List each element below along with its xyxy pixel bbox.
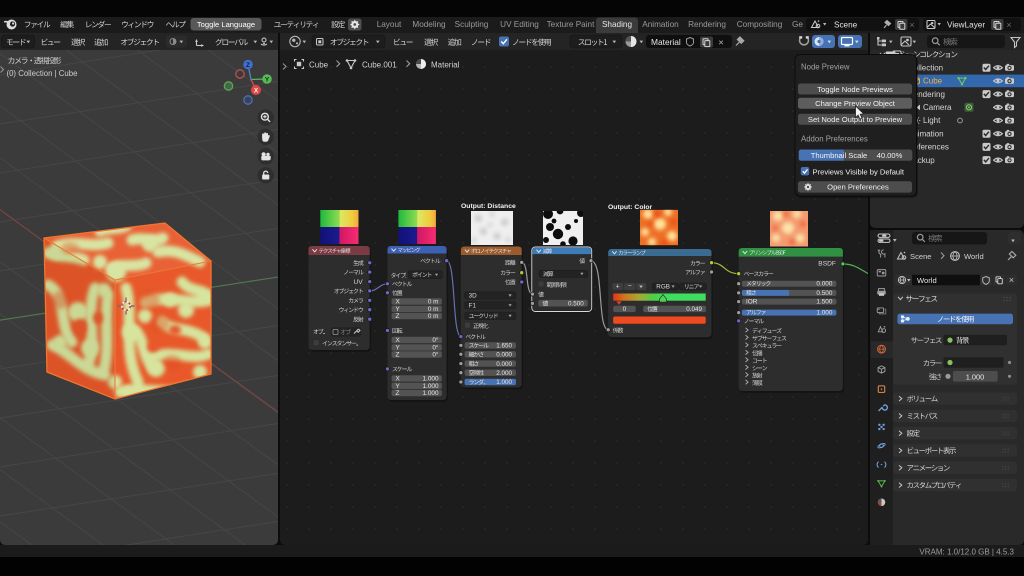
svg-text:IOR: IOR	[746, 299, 758, 306]
svg-text:Z: Z	[246, 62, 250, 69]
svg-text:1.000: 1.000	[423, 375, 439, 382]
svg-text:VRAM: 1.0/12.0 GB | 4.5.3: VRAM: 1.0/12.0 GB | 4.5.3	[919, 547, 1014, 556]
svg-text:Material: Material	[651, 37, 681, 47]
svg-text:0 m: 0 m	[428, 299, 439, 306]
svg-text:Layout: Layout	[377, 20, 402, 29]
svg-text:×: ×	[1009, 275, 1014, 285]
svg-text:Compositing: Compositing	[737, 20, 783, 29]
svg-text:0.000: 0.000	[496, 361, 512, 368]
svg-text:Animation: Animation	[642, 20, 679, 29]
svg-text:1.000: 1.000	[496, 379, 512, 386]
svg-text:Toggle Language: Toggle Language	[197, 20, 255, 29]
svg-text:Toggle Node Previews: Toggle Node Previews	[817, 85, 893, 94]
svg-text:1.500: 1.500	[816, 299, 832, 306]
svg-text:1.000: 1.000	[423, 390, 439, 397]
svg-text:X: X	[396, 375, 401, 382]
svg-text:Rendering: Rendering	[688, 20, 726, 29]
svg-text:×: ×	[718, 38, 724, 49]
svg-text:0 m: 0 m	[428, 313, 439, 320]
svg-text:Ge: Ge	[792, 20, 803, 29]
svg-text:Output: Color: Output: Color	[608, 204, 653, 211]
svg-text:Y: Y	[396, 383, 401, 390]
svg-text:40.00%: 40.00%	[877, 151, 903, 160]
svg-text:−: −	[628, 283, 632, 290]
svg-text:Modeling: Modeling	[412, 20, 446, 29]
svg-text:Addon Preferences: Addon Preferences	[801, 135, 868, 144]
svg-text:World: World	[964, 252, 984, 261]
svg-text:ViewLayer: ViewLayer	[947, 20, 985, 29]
svg-text:0: 0	[623, 306, 627, 313]
svg-text:Sculpting: Sculpting	[455, 20, 489, 29]
svg-text:×: ×	[1006, 20, 1011, 30]
svg-text:Light: Light	[923, 116, 941, 125]
svg-text:Cube: Cube	[923, 77, 943, 86]
svg-text:Camera: Camera	[923, 103, 952, 112]
svg-text:1.000: 1.000	[816, 310, 832, 317]
svg-text:Material: Material	[431, 61, 460, 70]
svg-text:X: X	[396, 299, 401, 306]
svg-text:0°: 0°	[432, 343, 439, 351]
svg-text:Thumbnail Scale: Thumbnail Scale	[811, 151, 868, 160]
svg-text:Scene: Scene	[834, 20, 858, 29]
svg-text:×: ×	[909, 20, 914, 30]
svg-text:0 m: 0 m	[428, 306, 439, 313]
svg-text:+: +	[616, 284, 620, 291]
svg-text:0.000: 0.000	[816, 281, 832, 288]
svg-text:Open Preferences: Open Preferences	[827, 183, 889, 192]
svg-text:2.000: 2.000	[496, 370, 512, 377]
svg-text:0.000: 0.000	[496, 352, 512, 359]
svg-text:3D: 3D	[469, 293, 478, 300]
svg-text:X: X	[396, 337, 401, 344]
svg-text:1.000: 1.000	[966, 372, 985, 381]
svg-text:Z: Z	[396, 352, 400, 359]
svg-text:Z: Z	[396, 390, 400, 397]
svg-text:Cube.001: Cube.001	[362, 61, 397, 70]
svg-text:Y: Y	[396, 344, 401, 351]
svg-text:Y: Y	[396, 306, 401, 313]
svg-text:0°: 0°	[432, 336, 439, 344]
svg-text:(0) Collection | Cube: (0) Collection | Cube	[7, 69, 78, 78]
svg-text:Cube: Cube	[309, 61, 329, 70]
svg-text:1.000: 1.000	[423, 383, 439, 390]
svg-text:1.650: 1.650	[496, 343, 512, 350]
svg-text:Y: Y	[265, 77, 270, 84]
svg-text:0.500: 0.500	[568, 300, 584, 307]
svg-text:0°: 0°	[432, 351, 439, 359]
svg-text:Shading: Shading	[602, 20, 632, 29]
svg-text:UV: UV	[354, 279, 364, 286]
svg-text:Z: Z	[396, 313, 400, 320]
svg-text:Texture Paint: Texture Paint	[547, 20, 596, 29]
svg-text:Scene: Scene	[910, 252, 932, 261]
svg-text:F1: F1	[469, 302, 477, 309]
svg-text:World: World	[917, 276, 937, 285]
svg-text:Previews Visible by Default: Previews Visible by Default	[813, 167, 905, 176]
svg-text:Node Preview: Node Preview	[801, 63, 850, 72]
svg-text:UV Editing: UV Editing	[500, 20, 539, 29]
svg-text:0.049: 0.049	[686, 306, 702, 313]
svg-text:X: X	[254, 88, 259, 95]
svg-text:Output: Distance: Output: Distance	[461, 203, 516, 210]
svg-text:BSDF: BSDF	[818, 261, 836, 268]
svg-text:RGB: RGB	[656, 284, 670, 291]
svg-text:0.500: 0.500	[816, 290, 832, 297]
